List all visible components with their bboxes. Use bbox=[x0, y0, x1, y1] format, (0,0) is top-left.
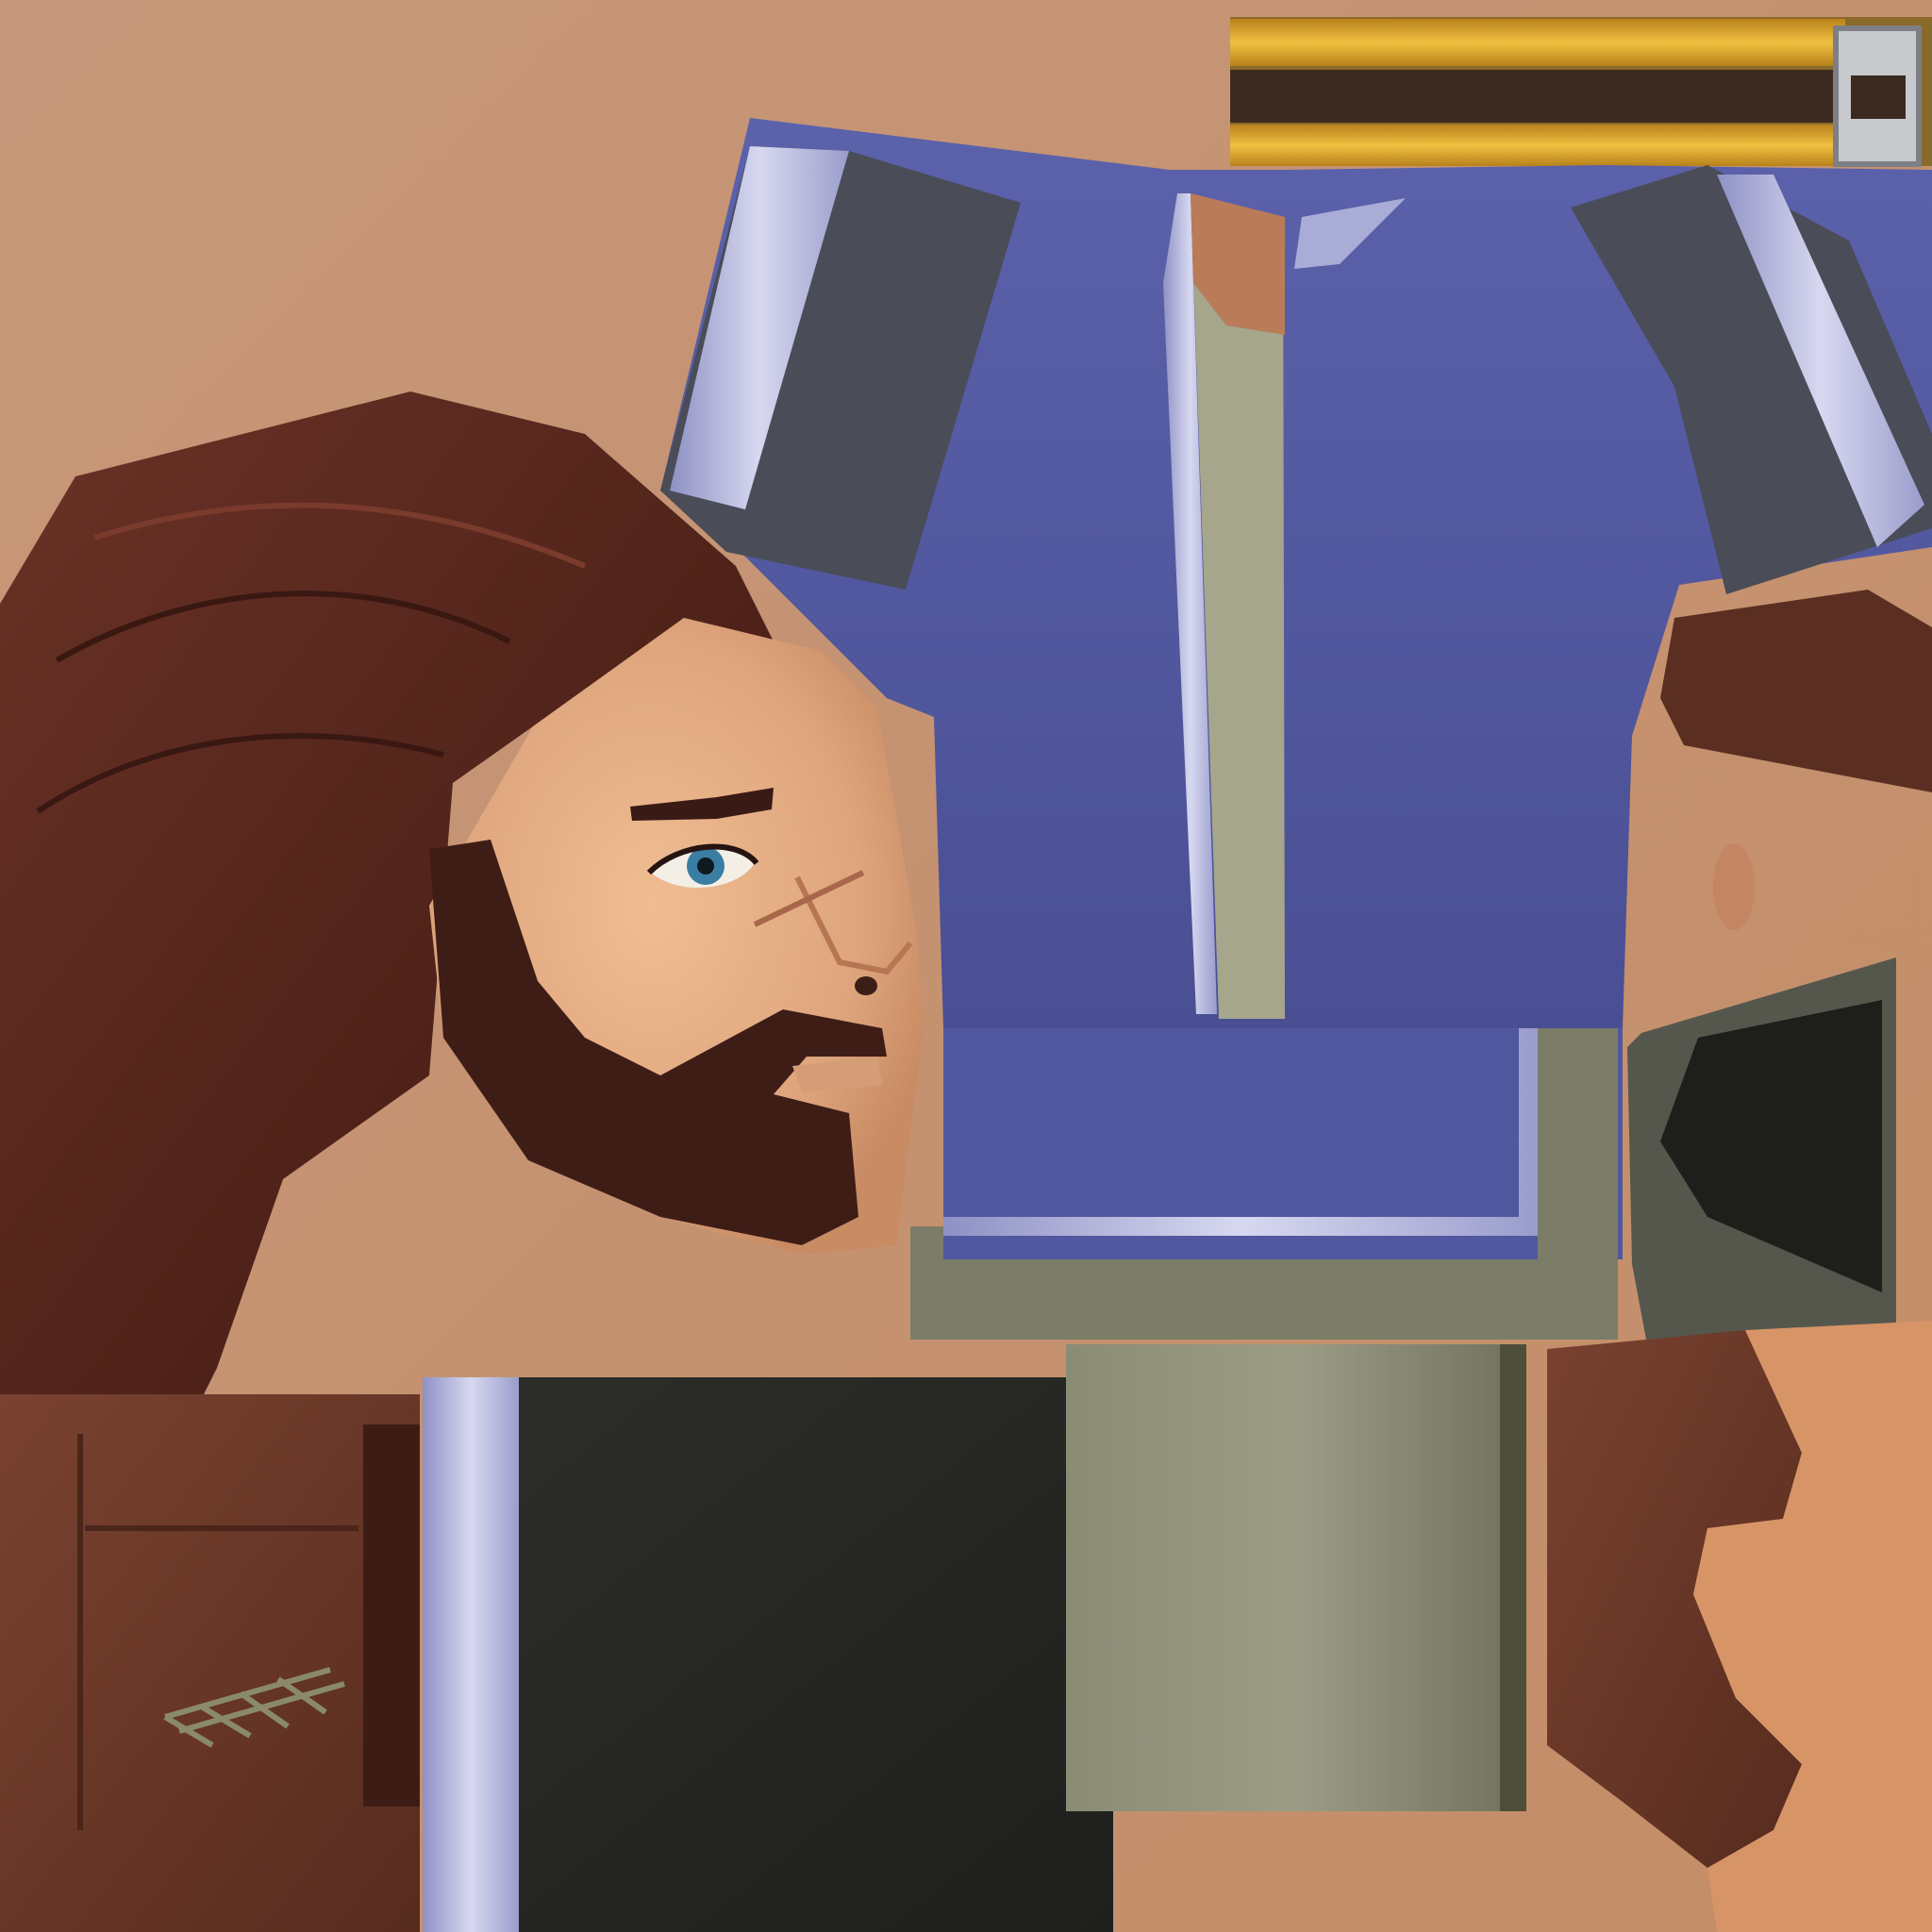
ear bbox=[1713, 843, 1755, 930]
nostril bbox=[855, 976, 877, 995]
leather-vest bbox=[0, 1394, 420, 1932]
belt-strip bbox=[1230, 17, 1932, 167]
olive-cloth-panel bbox=[1066, 1344, 1526, 1811]
texture-atlas bbox=[0, 0, 1932, 1932]
dark-trousers bbox=[423, 1377, 1113, 1932]
